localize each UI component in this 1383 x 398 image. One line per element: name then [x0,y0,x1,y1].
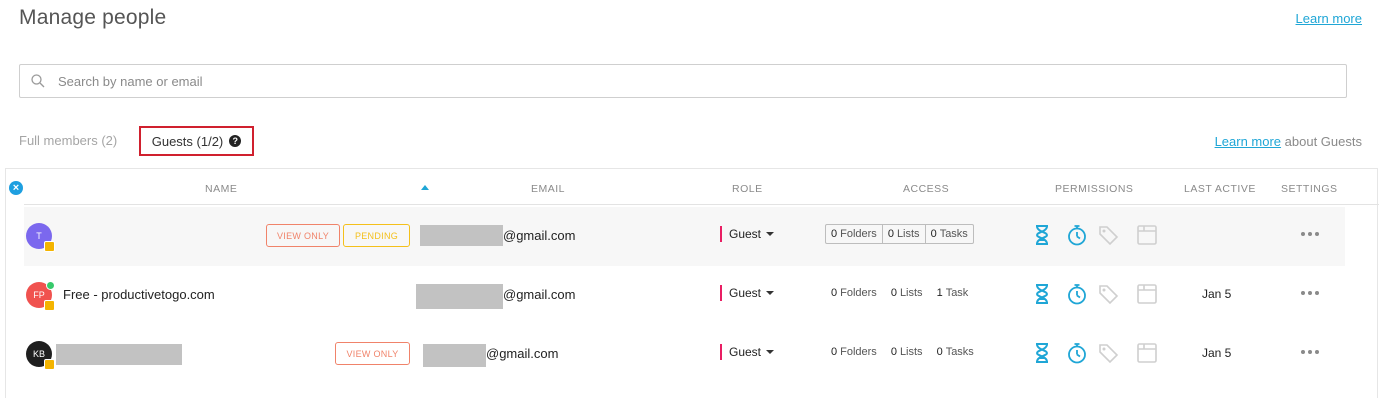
col-email[interactable]: EMAIL [531,183,565,195]
last-active: Jan 5 [1202,346,1232,360]
chevron-down-icon [766,291,775,295]
access-folders[interactable]: 0 Folders [831,346,877,358]
tab-guests[interactable]: Guests (1/2) ? [139,126,254,156]
table-row[interactable]: KB VIEW ONLY @gmail.com Guest 0 Folders 0… [24,325,1345,384]
role-label: Guest [729,227,762,241]
table-header: NAME EMAIL ROLE ACCESS PERMISSIONS LAST … [24,169,1379,205]
access-tasks[interactable]: 1 Task [937,287,969,299]
tags-icon[interactable] [1097,223,1121,247]
people-table: × NAME EMAIL ROLE ACCESS PERMISSIONS LAS… [5,168,1379,398]
chevron-down-icon [766,350,775,354]
timer-icon[interactable] [1065,282,1089,306]
avatar[interactable]: KB [26,341,55,370]
help-icon[interactable]: ? [229,135,242,147]
access-lists[interactable]: 0 Lists [883,225,926,243]
access-folders[interactable]: 0 Folders [831,287,877,299]
role-dropdown[interactable]: Guest [720,344,775,360]
learn-more-guests-suffix: about Guests [1281,134,1362,149]
guest-badge [44,241,55,252]
window-icon[interactable] [1135,282,1159,306]
tab-guests-label: Guests (1/2) [151,133,224,149]
col-access: ACCESS [903,183,950,195]
sort-arrow-icon[interactable] [421,185,429,190]
access-summary[interactable]: 0 Folders 0 Lists 1 Task [831,283,968,303]
col-name[interactable]: NAME [205,183,237,195]
more-dots-icon[interactable] [1295,282,1325,304]
hourglass-icon[interactable] [1030,341,1054,365]
learn-more-guests-link[interactable]: Learn more [1215,134,1281,149]
email-suffix: @gmail.com [503,287,576,302]
col-settings: SETTINGS [1281,183,1338,195]
redacted-email [420,225,503,246]
search-input[interactable] [58,65,1328,97]
access-tasks[interactable]: 0 Tasks [926,225,973,243]
table-row[interactable]: FP Free - productivetogo.com @gmail.com … [24,266,1345,325]
online-status-icon [46,281,55,290]
hourglass-icon[interactable] [1030,282,1054,306]
search-icon [31,74,45,88]
tab-full-members[interactable]: Full members (2) [19,133,117,148]
access-summary[interactable]: 0 Folders 0 Lists 0 Tasks [825,224,974,244]
more-dots-icon[interactable] [1295,341,1325,363]
role-dropdown[interactable]: Guest [720,226,775,242]
avatar-initials: T [36,231,42,241]
role-label: Guest [729,286,762,300]
access-folders[interactable]: 0 Folders [826,225,883,243]
access-lists[interactable]: 0 Lists [891,287,923,299]
avatar-initials: KB [32,349,45,359]
role-dropdown[interactable]: Guest [720,285,775,301]
avatar[interactable]: FP [26,281,55,311]
avatar[interactable]: T [26,223,55,252]
view-only-tag: VIEW ONLY [266,224,340,247]
col-role[interactable]: ROLE [732,183,763,195]
more-dots-icon[interactable] [1295,223,1325,245]
view-only-tag: VIEW ONLY [335,342,410,365]
timer-icon[interactable] [1065,223,1089,247]
role-label: Guest [729,345,762,359]
tags-icon[interactable] [1097,282,1121,306]
learn-more-guests: Learn more about Guests [1215,134,1362,149]
access-summary[interactable]: 0 Folders 0 Lists 0 Tasks [831,342,974,362]
email-suffix: @gmail.com [503,228,576,243]
access-lists[interactable]: 0 Lists [891,346,923,358]
pending-tag: PENDING [343,224,410,247]
guest-badge [44,359,55,370]
window-icon[interactable] [1135,223,1159,247]
table-row[interactable]: T VIEW ONLY PENDING @gmail.com Guest 0 Fo… [24,207,1345,266]
guest-badge [44,300,55,311]
tags-icon[interactable] [1097,341,1121,365]
hourglass-icon[interactable] [1030,223,1054,247]
email-suffix: @gmail.com [486,346,559,361]
search-box[interactable] [19,64,1347,98]
access-tasks[interactable]: 0 Tasks [937,346,974,358]
window-icon[interactable] [1135,341,1159,365]
close-icon[interactable]: × [9,181,23,195]
col-last-active[interactable]: LAST ACTIVE [1184,183,1256,195]
redacted-email [423,344,486,367]
col-permissions: PERMISSIONS [1055,183,1134,195]
learn-more-link[interactable]: Learn more [1296,11,1362,26]
last-active: Jan 5 [1202,287,1232,301]
page-title: Manage people [19,6,167,29]
chevron-down-icon [766,232,775,236]
redacted-name [56,344,182,365]
timer-icon[interactable] [1065,341,1089,365]
redacted-email [416,284,503,309]
member-name: Free - productivetogo.com [63,287,215,302]
avatar-initials: FP [33,290,45,300]
